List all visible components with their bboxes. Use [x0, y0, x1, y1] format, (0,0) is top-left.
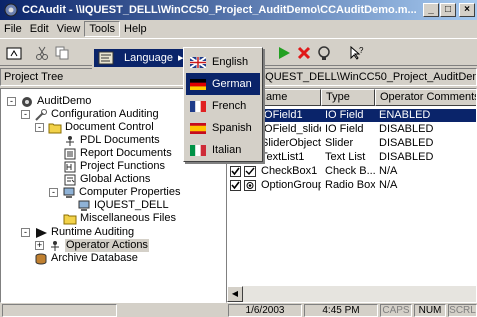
table-row[interactable]: IOField1 IO Field ENABLED	[227, 109, 476, 122]
flag-uk-icon	[190, 56, 206, 68]
runtime-icon	[36, 227, 47, 238]
close-button[interactable]: ×	[459, 3, 475, 17]
menu-help[interactable]: Help	[120, 21, 151, 37]
maximize-button[interactable]: □	[440, 3, 456, 17]
computer-icon	[78, 200, 90, 211]
status-scrl: SCRL	[448, 304, 477, 317]
language-item-spanish[interactable]: Spanish	[186, 117, 260, 139]
run-icon[interactable]	[276, 45, 292, 61]
expand-icon[interactable]: +	[35, 241, 44, 250]
functions-icon	[64, 161, 76, 172]
radio-box-icon	[244, 180, 256, 191]
tree-item-auditdemo[interactable]: - AuditDemo	[7, 95, 91, 108]
language-submenu: English German French Spanish Italian	[183, 47, 263, 162]
scroll-left-button[interactable]: ◀	[227, 286, 243, 302]
flag-italy-icon	[190, 144, 206, 156]
tree-item-runtime-auditing[interactable]: - Runtime Auditing	[21, 226, 134, 239]
table-row[interactable]: TextList1 Text List DISABLED	[227, 151, 476, 164]
object-list: Name Type Operator Comments IOField1 IO …	[226, 88, 477, 303]
svg-text:?: ?	[359, 46, 364, 55]
horizontal-scrollbar[interactable]: ◀	[227, 286, 476, 302]
collapse-icon[interactable]: -	[35, 123, 44, 132]
stop-icon[interactable]	[296, 45, 312, 61]
tree-item-archive-database[interactable]: Archive Database	[21, 252, 138, 265]
tree-item-project-functions[interactable]: Project Functions	[63, 160, 165, 173]
folder-open-icon	[48, 123, 62, 133]
column-header-comments[interactable]: Operator Comments	[375, 89, 476, 106]
minimize-button[interactable]: _	[423, 3, 439, 17]
status-bar: 1/6/2003 4:45 PM CAPS NUM SCRL	[0, 304, 477, 317]
pdl-documents-icon	[66, 135, 74, 146]
flag-spain-icon	[190, 122, 206, 134]
tree-item-operator-actions[interactable]: + Operator Actions	[35, 239, 149, 252]
checkbox-object-icon	[244, 166, 256, 177]
table-row[interactable]: IOField_slider IO Field DISABLED	[227, 123, 476, 136]
menu-file[interactable]: File	[0, 21, 26, 37]
tree-item-iquest-dell[interactable]: IQUEST_DELL	[77, 199, 169, 212]
up-folder-icon[interactable]	[6, 45, 22, 61]
language-item-german[interactable]: German	[186, 73, 260, 95]
status-num: NUM	[414, 304, 446, 317]
status-time: 4:45 PM	[304, 304, 378, 317]
app-icon	[4, 3, 18, 17]
current-path: \\IQUEST_DELL\WinCC50_Project_AuditDemo\	[252, 68, 477, 86]
table-row[interactable]: CheckBox1 Check B... N/A	[227, 165, 476, 178]
tree-item-configuration-auditing[interactable]: - Configuration Auditing	[21, 108, 159, 121]
checkbox-checked-icon[interactable]	[230, 166, 241, 177]
project-icon	[22, 96, 32, 107]
status-message	[2, 304, 117, 317]
wrench-icon	[35, 108, 47, 121]
language-item-italian[interactable]: Italian	[186, 139, 260, 161]
checkbox-checked-icon[interactable]	[230, 180, 241, 191]
table-row[interactable]: OptionGroup1 Radio Box N/A	[227, 179, 476, 192]
title-bar: CCAudit - \\IQUEST_DELL\WinCC50_Project_…	[0, 0, 477, 20]
tree-item-report-documents[interactable]: Report Documents	[63, 147, 172, 160]
menu-view[interactable]: View	[53, 21, 85, 37]
menu-edit[interactable]: Edit	[26, 21, 53, 37]
table-row[interactable]: SliderObject1 Slider DISABLED	[227, 137, 476, 150]
tree-item-computer-properties[interactable]: - Computer Properties	[49, 186, 181, 199]
operator-icon	[51, 240, 59, 251]
status-date: 1/6/2003	[228, 304, 302, 317]
language-item-english[interactable]: English	[186, 51, 260, 73]
flag-germany-icon	[190, 78, 206, 90]
status-caps: CAPS	[380, 304, 412, 317]
menu-bar: File Edit View Tools Help	[0, 20, 477, 38]
tree-item-pdl-documents[interactable]: PDL Documents	[63, 134, 160, 147]
folder-icon	[63, 214, 77, 224]
cut-icon[interactable]	[34, 45, 50, 61]
copy-icon[interactable]	[54, 45, 70, 61]
global-actions-icon	[64, 174, 76, 185]
help-pointer-icon[interactable]: ?	[348, 45, 364, 61]
audit-view-icon[interactable]	[316, 45, 332, 61]
tree-item-document-control[interactable]: - Document Control	[35, 121, 154, 134]
computer-icon	[63, 187, 75, 198]
collapse-icon[interactable]: -	[21, 228, 30, 237]
collapse-icon[interactable]: -	[21, 110, 30, 119]
tree-item-miscellaneous-files[interactable]: Miscellaneous Files	[63, 212, 176, 225]
column-header-type[interactable]: Type	[321, 89, 375, 106]
collapse-icon[interactable]: -	[49, 188, 58, 197]
collapse-icon[interactable]: -	[7, 97, 16, 106]
flag-france-icon	[190, 100, 206, 112]
database-icon	[35, 253, 47, 264]
language-icon	[98, 51, 114, 65]
menu-tools[interactable]: Tools	[84, 21, 121, 37]
report-icon	[64, 148, 76, 159]
language-item-french[interactable]: French	[186, 95, 260, 117]
window-title: CCAudit - \\IQUEST_DELL\WinCC50_Project_…	[22, 4, 417, 16]
tree-item-global-actions[interactable]: Global Actions	[63, 173, 150, 186]
